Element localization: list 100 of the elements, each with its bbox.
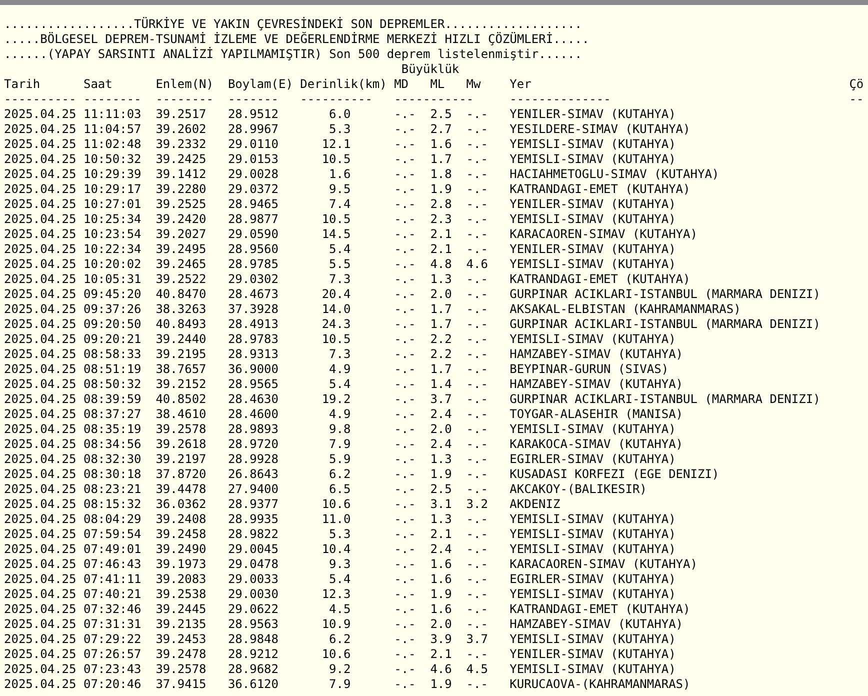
mw-cell: -.- bbox=[466, 302, 488, 316]
longitude-cell: 29.0590 bbox=[228, 227, 279, 241]
column-separator: ------- bbox=[228, 92, 279, 106]
location-cell: YEMISLI-SIMAV (KUTAHYA) bbox=[510, 542, 676, 556]
depth-cell: 14.5 bbox=[322, 227, 351, 241]
time-cell: 10:22:34 bbox=[83, 242, 142, 256]
time-cell: 10:29:17 bbox=[83, 182, 142, 196]
time-cell: 11:11:03 bbox=[83, 107, 142, 121]
latitude-cell: 37.8720 bbox=[156, 467, 206, 481]
location-cell: AKSAKAL-ELBISTAN (KAHRAMANMARAS) bbox=[510, 302, 741, 316]
depth-cell: 24.3 bbox=[322, 317, 351, 331]
location-cell: TOYGAR-ALASEHIR (MANISA) bbox=[510, 407, 684, 421]
depth-cell: 1.6 bbox=[329, 167, 351, 181]
column-header: ML bbox=[430, 77, 445, 91]
date-cell: 2025.04.25 bbox=[4, 422, 76, 436]
latitude-cell: 39.4478 bbox=[156, 482, 206, 496]
mw-cell: -.- bbox=[466, 182, 488, 196]
depth-cell: 4.5 bbox=[329, 602, 351, 616]
mw-cell: -.- bbox=[466, 137, 488, 151]
depth-cell: 5.4 bbox=[329, 242, 351, 256]
longitude-cell: 28.4673 bbox=[228, 287, 279, 301]
time-cell: 10:23:54 bbox=[83, 227, 142, 241]
ml-cell: 1.7 bbox=[430, 152, 452, 166]
longitude-cell: 29.0033 bbox=[228, 572, 279, 586]
location-cell: YENILER-SIMAV (KUTAHYA) bbox=[510, 197, 676, 211]
depth-cell: 5.4 bbox=[329, 572, 351, 586]
ml-cell: 2.0 bbox=[430, 422, 452, 436]
location-cell: GURPINAR ACIKLARI-ISTANBUL (MARMARA DENIZI) bbox=[510, 317, 820, 331]
magnitude-group-heading: Büyüklük bbox=[401, 62, 460, 77]
time-cell: 10:05:31 bbox=[83, 272, 142, 286]
time-cell: 09:37:26 bbox=[83, 302, 142, 316]
ml-cell: 2.0 bbox=[430, 617, 452, 631]
md-cell: -.- bbox=[394, 512, 416, 526]
time-cell: 11:02:48 bbox=[83, 137, 142, 151]
location-cell: EGIRLER-SIMAV (KUTAHYA) bbox=[510, 452, 676, 466]
depth-cell: 10.5 bbox=[322, 152, 351, 166]
location-cell: YEMISLI-SIMAV (KUTAHYA) bbox=[510, 212, 676, 226]
date-cell: 2025.04.25 bbox=[4, 407, 76, 421]
depth-cell: 7.9 bbox=[329, 437, 351, 451]
longitude-cell: 28.4913 bbox=[228, 317, 279, 331]
location-cell: YEMISLI-SIMAV (KUTAHYA) bbox=[510, 332, 676, 346]
ml-cell: 1.9 bbox=[430, 677, 452, 691]
date-cell: 2025.04.25 bbox=[4, 212, 76, 226]
time-cell: 08:23:21 bbox=[83, 482, 142, 496]
date-cell: 2025.04.25 bbox=[4, 347, 76, 361]
md-cell: -.- bbox=[394, 437, 416, 451]
date-cell: 2025.04.25 bbox=[4, 182, 76, 196]
depth-cell: 10.4 bbox=[322, 542, 351, 556]
date-cell: 2025.04.25 bbox=[4, 317, 76, 331]
mw-cell: 3.2 bbox=[466, 497, 488, 511]
depth-cell: 4.9 bbox=[329, 407, 351, 421]
location-cell: KARAKOCA-SIMAV (KUTAHYA) bbox=[510, 437, 684, 451]
ml-cell: 1.6 bbox=[430, 602, 452, 616]
md-cell: -.- bbox=[394, 632, 416, 646]
mw-cell: -.- bbox=[466, 272, 488, 286]
location-cell: HAMZABEY-SIMAV (KUTAHYA) bbox=[510, 377, 684, 391]
mw-cell: -.- bbox=[466, 647, 488, 661]
depth-cell: 12.1 bbox=[322, 137, 351, 151]
date-cell: 2025.04.25 bbox=[4, 197, 76, 211]
latitude-cell: 36.0362 bbox=[156, 497, 206, 511]
latitude-cell: 38.7657 bbox=[156, 362, 206, 376]
latitude-cell: 39.2602 bbox=[156, 122, 206, 136]
latitude-cell: 39.2458 bbox=[156, 527, 206, 541]
ml-cell: 2.4 bbox=[430, 437, 452, 451]
md-cell: -.- bbox=[394, 362, 416, 376]
time-cell: 10:50:32 bbox=[83, 152, 142, 166]
date-cell: 2025.04.25 bbox=[4, 467, 76, 481]
date-cell: 2025.04.25 bbox=[4, 302, 76, 316]
location-cell: YESILDERE-SIMAV (KUTAHYA) bbox=[510, 122, 690, 136]
mw-cell: -.- bbox=[466, 512, 488, 526]
location-cell: HAMZABEY-SIMAV (KUTAHYA) bbox=[510, 617, 684, 631]
ml-cell: 1.6 bbox=[430, 137, 452, 151]
longitude-cell: 28.9928 bbox=[228, 452, 279, 466]
column-separator: -------- bbox=[83, 92, 142, 106]
md-cell: -.- bbox=[394, 227, 416, 241]
longitude-cell: 28.9560 bbox=[228, 242, 279, 256]
mw-cell: -.- bbox=[466, 617, 488, 631]
location-cell: KATRANDAGI-EMET (KUTAHYA) bbox=[510, 602, 690, 616]
location-cell: KURUCAOVA-(KAHRAMANMARAS) bbox=[510, 677, 690, 691]
longitude-cell: 29.0045 bbox=[228, 542, 279, 556]
ml-cell: 2.4 bbox=[430, 542, 452, 556]
mw-cell: -.- bbox=[466, 167, 488, 181]
time-cell: 08:34:56 bbox=[83, 437, 142, 451]
depth-cell: 19.2 bbox=[322, 392, 351, 406]
location-cell: GURPINAR ACIKLARI-ISTANBUL (MARMARA DENIZI) bbox=[510, 392, 820, 406]
date-cell: 2025.04.25 bbox=[4, 452, 76, 466]
time-cell: 08:15:32 bbox=[83, 497, 142, 511]
location-cell: GURPINAR ACIKLARI-ISTANBUL (MARMARA DENIZI) bbox=[510, 287, 820, 301]
time-cell: 07:31:31 bbox=[83, 617, 142, 631]
column-header: Boylam(E) bbox=[228, 77, 293, 91]
longitude-cell: 28.9512 bbox=[228, 107, 279, 121]
date-cell: 2025.04.25 bbox=[4, 392, 76, 406]
latitude-cell: 39.2453 bbox=[156, 632, 206, 646]
latitude-cell: 40.8502 bbox=[156, 392, 206, 406]
location-cell: KUSADASI KORFEZI (EGE DENIZI) bbox=[510, 467, 720, 481]
mw-cell: -.- bbox=[466, 362, 488, 376]
depth-cell: 6.5 bbox=[329, 482, 351, 496]
md-cell: -.- bbox=[394, 182, 416, 196]
latitude-cell: 39.2135 bbox=[156, 617, 206, 631]
ml-cell: 2.1 bbox=[430, 242, 452, 256]
